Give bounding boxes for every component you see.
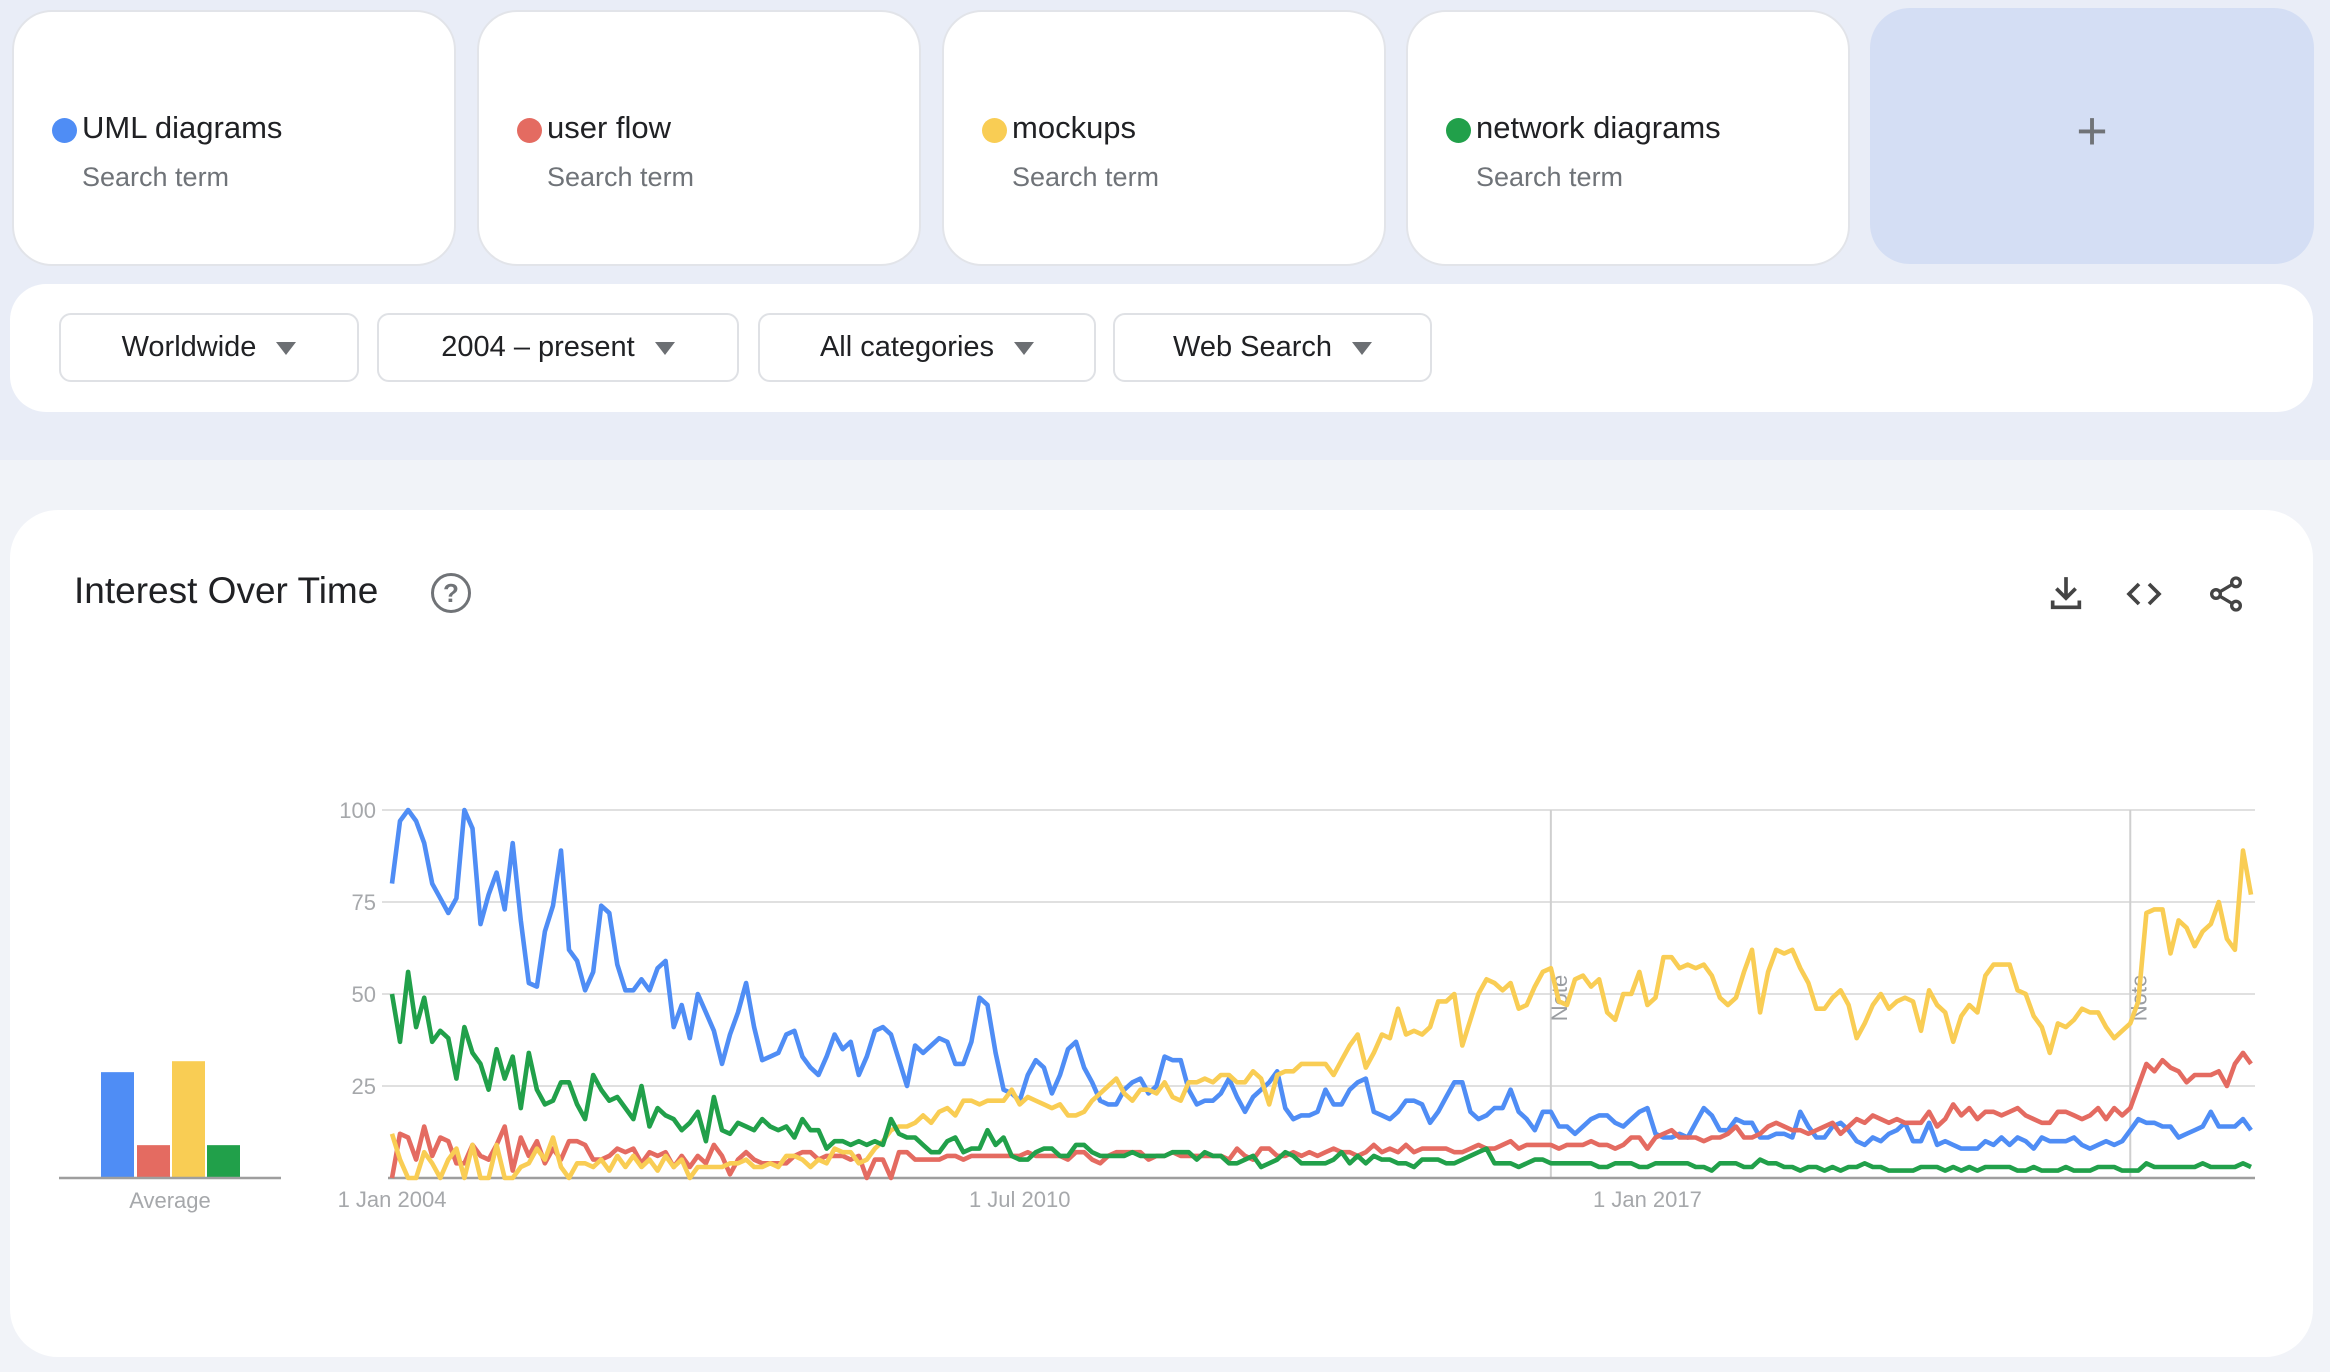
y-tick-label: 25 [352,1074,376,1099]
y-tick-label: 100 [339,798,376,823]
series-line-uml-diagrams [389,807,2253,1151]
x-tick-label: 1 Jul 2010 [969,1187,1071,1212]
x-tick-label: 1 Jan 2017 [1593,1187,1702,1212]
interest-chart[interactable]: 100755025Note Note1 Jan 2004 1 Jul 2010 1 J… [0,0,2330,1372]
y-tick-label: 50 [352,982,376,1007]
average-label: Average [129,1188,211,1213]
average-bar-user-flow [137,1145,170,1178]
average-bar-network-diagrams [207,1145,240,1178]
y-tick-label: 75 [352,890,376,915]
average-bar-mockups [172,1061,205,1178]
x-tick-label: 1 Jan 2004 [338,1187,447,1212]
average-bar-uml-diagrams [101,1072,134,1178]
